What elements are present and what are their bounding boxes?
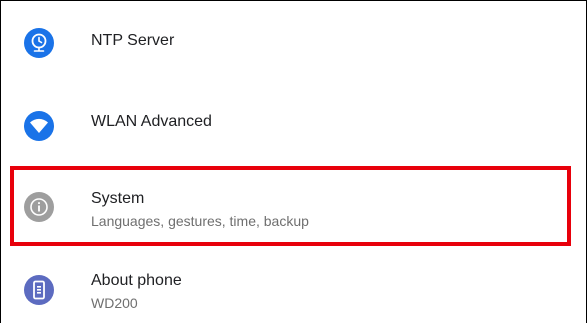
settings-item-title: WLAN Advanced <box>91 113 212 130</box>
info-icon <box>24 192 54 222</box>
settings-item-subtitle: WD200 <box>91 295 138 311</box>
settings-item-wlan-advanced[interactable]: WLAN Advanced <box>2 99 585 145</box>
clock-icon <box>24 28 54 58</box>
settings-item-title: System <box>91 190 145 207</box>
settings-item-title: About phone <box>91 272 182 289</box>
settings-panel: NTP Server WLAN Advanced System Language… <box>0 0 587 323</box>
settings-item-title: NTP Server <box>91 32 175 49</box>
settings-item-ntp-server[interactable]: NTP Server <box>2 19 585 65</box>
settings-item-system[interactable]: System Languages, gestures, time, backup <box>2 181 585 237</box>
phone-icon <box>24 275 54 305</box>
settings-item-about-phone[interactable]: About phone WD200 <box>2 263 585 319</box>
wifi-icon <box>24 111 54 141</box>
settings-item-subtitle: Languages, gestures, time, backup <box>91 213 309 229</box>
